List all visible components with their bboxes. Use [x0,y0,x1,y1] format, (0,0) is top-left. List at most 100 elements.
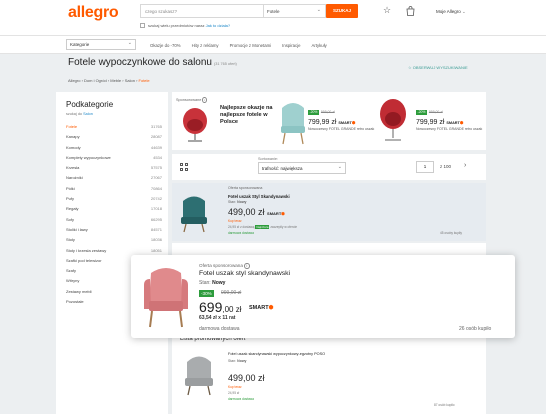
smart-badge: SMART⬢ [446,121,463,125]
how-it-works-link[interactable]: Jak to działa? [206,23,230,28]
search-category-select[interactable]: Fotele ⌄ [263,5,325,17]
star-icon[interactable]: ☆ [383,6,391,15]
offer-price: 799,99 zł [416,119,445,126]
subcategory-count: 28087 [150,134,162,140]
sponsored-banner[interactable]: Sponsorowane i Najlepsze okazje na najle… [172,92,486,150]
breadcrumb-item[interactable]: Dom i Ogród [84,78,107,83]
offer-title[interactable]: Fotel uszak skandynawski wypoczynkowy-eg… [228,352,325,356]
star-icon: ☆ [408,65,412,70]
smart-icon: ⬢ [459,121,464,125]
smart-text: SMART [338,121,352,125]
sold-count: 87 osób kupiło [434,403,455,407]
nav-link-inspirations[interactable]: Inspiracje [282,43,300,48]
offer-title[interactable]: Fotel uszak styl skandynawski [199,270,290,277]
follow-search-button[interactable]: ☆ OBSERWUJ WYSZUKIWANIE [408,65,468,70]
nav-link-articles[interactable]: Artykuły [312,43,327,48]
subcategory-name: Regały [66,206,79,212]
chevron-down-icon: ⌄ [337,164,342,170]
chevron-down-icon: ⌄ [316,7,321,13]
info-icon: i [244,263,250,269]
search-button[interactable]: SZUKAJ [326,4,358,18]
lowest-price-chip: Najniższa [255,225,270,229]
subcategory-name: Witryny [66,278,80,284]
installments-text: 63,54 zł x 11 rat [199,315,236,321]
subcategory-item[interactable]: Komody 44639 [66,145,162,155]
subcategory-count: 70864 [150,185,162,191]
smart-badge: SMART⬢ [267,211,285,216]
follow-search-label: OBSERWUJ WYSZUKIWANIE [412,65,468,70]
sponsored-label-text: Sponsorowane [176,98,202,102]
offer-note: zaczepiły w ofercie [270,225,298,229]
breadcrumb-item[interactable]: Salon [125,78,135,83]
subcategory-count: 66295 [150,216,162,222]
sort-label: Sortowanie: [258,157,279,161]
free-delivery: darmowa dostawa [199,326,240,332]
sidebar-title: Podkategorie [66,100,114,109]
subcategory-item[interactable]: Narożniki 27067 [66,175,162,185]
search-input[interactable]: czego szukasz? [141,5,263,17]
nav-link-coins-promos[interactable]: Promocje z Monetami [230,43,272,48]
delivery-price: 24,95 zł [228,391,240,395]
old-price: 999,00 zł [428,110,443,114]
subcategory-item[interactable]: Sofy 66295 [66,217,162,227]
subcategory-count: 18036 [150,237,162,243]
smart-text: SMART [267,211,282,216]
subcategory-item[interactable]: Kanapy 28087 [66,134,162,144]
subcategory-item[interactable]: Komplety wypoczynkowe 4534 [66,155,162,165]
sponsored-offer-2[interactable]: -20% 999,00 zł 799,99 zł SMART⬢ Nowoczesn… [416,100,484,144]
info-icon: i [202,97,208,103]
offer-title[interactable]: Fotel uszak Styl Skandynawski [228,194,290,199]
subcategory-item[interactable]: Pufy 20742 [66,196,162,206]
nav-link-ad-hits[interactable]: Hity z reklamy [192,43,219,48]
subcategory-item[interactable]: Krzesła 57575 [66,165,162,175]
sidebar-parent-link[interactable]: Salon [83,112,93,116]
teal-chair-image [181,196,207,233]
offer-price: 799,99 zł [308,119,337,126]
allegro-logo[interactable]: allegro [68,4,119,22]
sponsored-headline: Najlepsze okazje na najlepsze fotele w P… [220,105,273,125]
nav-link-deals[interactable]: Okazje do -70% [150,43,181,48]
state-value: Nowy [212,280,226,286]
page-title-text: Fotele wypoczynkowe do salonu [68,57,212,68]
red-egg-chair-image-2 [380,99,406,141]
smart-badge: SMART⬢ [249,305,273,311]
offer-state: Stan: Nowy [228,359,247,363]
grid-view-icon[interactable] [180,163,188,171]
bag-icon[interactable] [406,6,415,18]
subcategory-name: Stoliki i ławy [66,226,88,232]
installments: 63,54 zł x 11 rat [199,315,235,321]
search-bar: czego szukasz? Fotele ⌄ [140,4,326,18]
offer-name: Nowoczesny FOTEL GRANDE retro uszak [416,127,483,131]
subcategory-item[interactable]: Półki 70864 [66,186,162,196]
delivery-info: 24,95 zł z dostawą Najniższa zaczepiły w… [228,225,297,229]
subcategory-name: Szafy [66,268,77,274]
sort-select[interactable]: trafność: największa ⌄ [258,162,346,174]
chevron-right-icon[interactable]: › [464,162,466,169]
listing-row[interactable]: Oferta sponsorowana Fotel uszak Styl Ska… [172,183,486,241]
multi-search-checkbox[interactable] [140,23,145,28]
delivery-text: z dostawą [240,225,255,229]
old-price: 999,00 zł [221,290,242,296]
old-price: 999,00 zł [320,110,335,114]
sponsored-label: Oferta sponsorowana i [199,263,250,269]
page-number-input[interactable]: 1 [416,161,434,173]
state-value: Nowy [237,359,247,363]
subcategory-name: Pozostałe [66,299,84,305]
sponsored-label: Oferta sponsorowana [228,186,263,190]
subcategory-item[interactable]: Fotele 31765 [66,124,162,134]
offer-price: 499,00 zł SMART⬢ [228,207,285,217]
subcategory-item[interactable]: Stoliki i ławy 84571 [66,227,162,237]
subcategory-count: 20742 [150,196,162,202]
subcategory-count: 31765 [150,124,162,129]
top-header: allegro czego szukasz? Fotele ⌄ SZUKAJ s… [0,0,546,36]
my-allegro-menu[interactable]: Moje Allegro ⌄ [436,9,466,15]
sidebar-subtitle: szukaj do Salon [66,112,93,116]
breadcrumb-item[interactable]: Allegro [68,78,80,83]
breadcrumb-item[interactable]: Meble [110,78,121,83]
subcategory-item[interactable]: Regały 17018 [66,206,162,216]
highlighted-offer-card[interactable]: Oferta sponsorowana i Fotel uszak styl s… [131,255,515,338]
subcategories-sidebar: Podkategorie szukaj do Salon Fotele 31765… [56,92,168,414]
subcategory-item[interactable]: Stoły 18036 [66,237,162,247]
sponsored-label: Sponsorowane i [176,97,208,103]
categories-dropdown[interactable]: Kategorie ⌄ [66,39,136,50]
